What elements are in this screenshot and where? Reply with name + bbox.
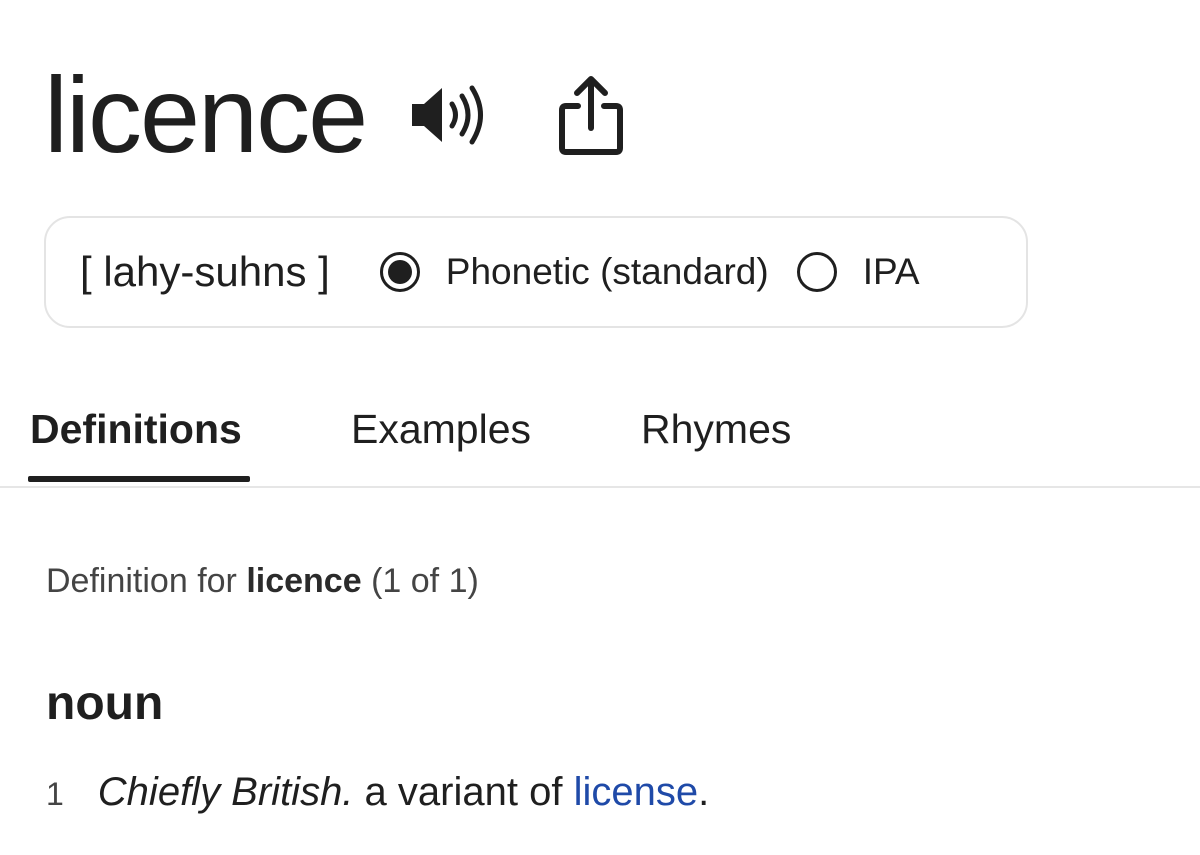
part-of-speech: noun [46,677,164,730]
active-tab-indicator [28,476,250,482]
tab-rhymes[interactable]: Rhymes [641,406,791,453]
ipa-radio-label: IPA [862,251,920,292]
definition-header: Definition for licence (1 of 1) [46,562,479,601]
tab-examples[interactable]: Examples [351,406,531,453]
headword-row: licence [44,50,626,180]
definition-label: Chiefly British. [97,770,354,814]
phonetic-radio-option[interactable]: Phonetic (standard) [379,251,769,293]
ipa-radio-option[interactable]: IPA [796,251,920,293]
pronunciation-box: [ lahy-suhns ] Phonetic (standard) IPA [44,216,1028,328]
radio-selected-icon[interactable] [379,252,420,292]
tab-bar: Definitions Examples Rhymes [0,380,1200,488]
tab-definitions[interactable]: Definitions [30,406,242,453]
phonetic-radio-label: Phonetic (standard) [445,251,769,292]
share-icon[interactable] [556,72,626,158]
definition-link[interactable]: license [574,770,699,815]
speaker-icon[interactable] [408,80,492,150]
definition-item: 1 Chiefly British. a variant of license. [46,770,709,815]
definition-header-word: licence [246,562,362,600]
definition-header-prefix: Definition for [46,562,237,600]
headword: licence [44,54,368,175]
definition-text: a variant of [364,770,563,814]
definition-header-count: (1 of 1) [371,562,479,600]
pronunciation-respelling: [ lahy-suhns ] [80,248,330,295]
definition-number: 1 [46,776,64,812]
radio-unselected-icon[interactable] [796,252,837,292]
definition-suffix: . [698,770,710,814]
